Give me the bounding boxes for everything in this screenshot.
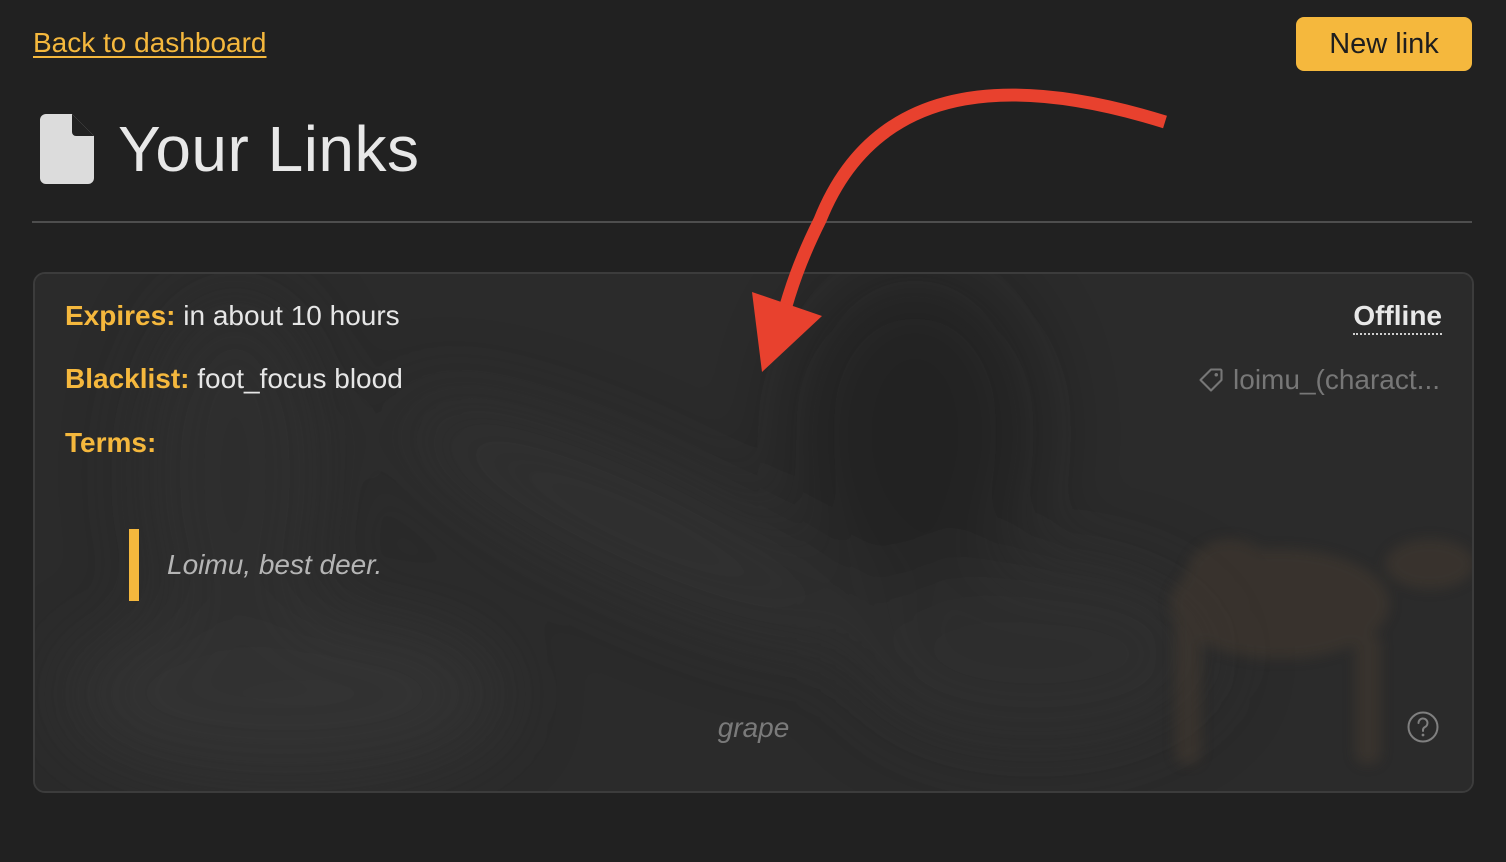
back-to-dashboard-link[interactable]: Back to dashboard bbox=[33, 27, 267, 59]
expires-value: in about 10 hours bbox=[183, 300, 400, 331]
help-circle-icon[interactable] bbox=[1406, 710, 1440, 744]
terms-label: Terms: bbox=[65, 427, 157, 458]
expires-label: Expires: bbox=[65, 300, 176, 331]
header-divider bbox=[32, 221, 1472, 223]
expires-field: Expires: in about 10 hours bbox=[65, 300, 400, 332]
tag-icon bbox=[1199, 368, 1223, 392]
tag-label: loimu_(charact... bbox=[1233, 364, 1440, 395]
quote-text: Loimu, best deer. bbox=[167, 549, 383, 580]
page-header: Your Links bbox=[40, 112, 420, 186]
terms-quote: Loimu, best deer. bbox=[129, 529, 382, 601]
page-title: Your Links bbox=[118, 113, 420, 185]
file-icon bbox=[40, 114, 94, 184]
page: Back to dashboard New link Your Links Ex… bbox=[0, 0, 1506, 862]
blacklist-value: foot_focus blood bbox=[197, 363, 403, 394]
tag-chip[interactable]: loimu_(charact... bbox=[1197, 364, 1440, 396]
link-card[interactable]: Expires: in about 10 hours Blacklist: fo… bbox=[33, 272, 1474, 793]
blacklist-label: Blacklist: bbox=[65, 363, 190, 394]
new-link-button[interactable]: New link bbox=[1296, 17, 1472, 71]
terms-field: Terms: bbox=[65, 427, 156, 459]
blacklist-field: Blacklist: foot_focus blood bbox=[65, 363, 403, 395]
status-badge[interactable]: Offline bbox=[1353, 300, 1442, 335]
footer-word: grape bbox=[717, 712, 790, 743]
